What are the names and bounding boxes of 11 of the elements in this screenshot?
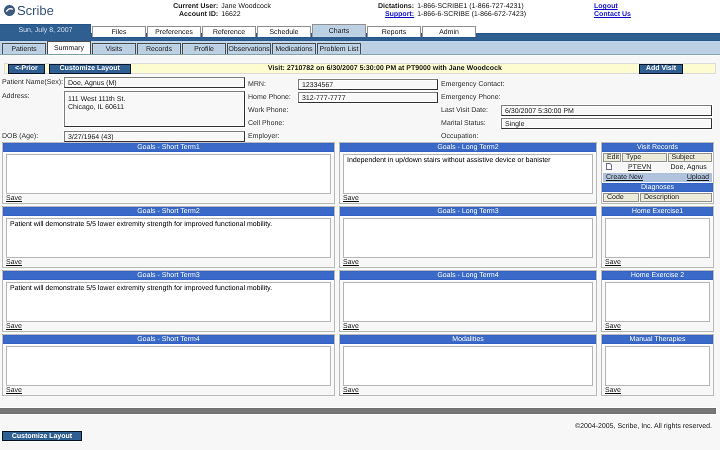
text-area[interactable] — [6, 346, 331, 386]
logo-text: Scribe — [17, 3, 54, 18]
text-area[interactable] — [343, 282, 593, 322]
text-area[interactable] — [343, 346, 593, 386]
logo-icon — [4, 5, 15, 16]
text-area[interactable] — [6, 154, 331, 194]
text-area[interactable] — [605, 218, 710, 258]
text-area[interactable] — [605, 346, 710, 386]
text-area[interactable] — [605, 282, 710, 322]
document-icon[interactable] — [606, 163, 612, 170]
text-area[interactable] — [343, 218, 593, 258]
